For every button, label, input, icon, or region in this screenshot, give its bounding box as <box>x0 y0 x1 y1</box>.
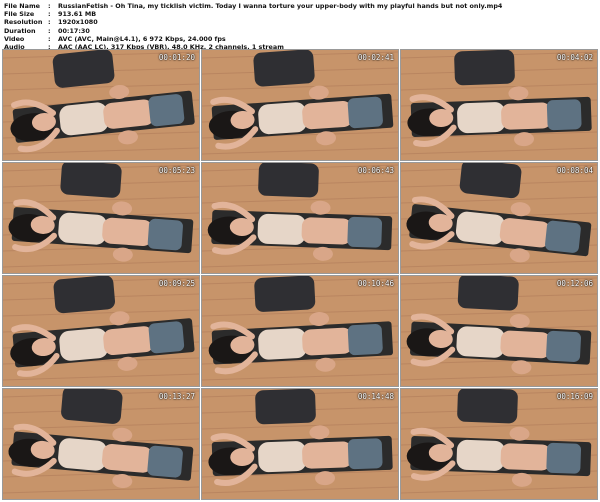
scene-illustration <box>202 50 398 160</box>
thumbnail-timestamp: 00:16:09 <box>556 392 593 401</box>
video-thumbnail[interactable]: 00:09:25 <box>2 275 200 387</box>
thumbnail-timestamp: 00:01:20 <box>158 53 195 62</box>
info-separator: : <box>48 34 51 43</box>
scene-illustration <box>401 50 597 160</box>
scene-illustration <box>3 50 199 160</box>
info-row-resolution: Resolution : 1920x1080 <box>4 18 596 26</box>
info-value: RussianFetish - Oh Tina, my ticklish vic… <box>58 2 503 10</box>
thumbnail-timestamp: 00:14:48 <box>357 392 394 401</box>
scene-illustration <box>401 276 597 386</box>
thumbnail-timestamp: 00:09:25 <box>158 279 195 288</box>
video-thumbnail[interactable]: 00:02:41 <box>201 49 399 161</box>
scene-illustration <box>3 389 199 499</box>
thumbnail-timestamp: 00:02:41 <box>357 53 394 62</box>
file-info-header: File Name : RussianFetish - Oh Tina, my … <box>4 2 596 51</box>
info-value: 1920x1080 <box>58 18 98 27</box>
info-value: AVC (AVC, Main@L4.1), 6 972 Kbps, 24.000… <box>58 34 226 43</box>
info-value: 913.61 MB <box>58 10 97 19</box>
scene-illustration <box>3 276 199 386</box>
scene-illustration <box>3 163 199 273</box>
scene-illustration <box>401 163 597 273</box>
info-key: File Name <box>4 2 40 10</box>
video-thumbnail[interactable]: 00:14:48 <box>201 388 399 500</box>
info-separator: : <box>48 26 51 35</box>
video-thumbnail[interactable]: 00:13:27 <box>2 388 200 500</box>
info-key: Video <box>4 34 25 43</box>
info-separator: : <box>48 18 51 27</box>
scene-illustration <box>202 389 398 499</box>
thumbnail-grid: 00:01:20 00:02:41 00:04:02 00:05:23 00:0… <box>2 49 598 500</box>
video-thumbnail[interactable]: 00:08:04 <box>400 162 598 274</box>
video-thumbnail[interactable]: 00:04:02 <box>400 49 598 161</box>
video-thumbnail[interactable]: 00:01:20 <box>2 49 200 161</box>
video-thumbnail[interactable]: 00:05:23 <box>2 162 200 274</box>
info-row-video: Video : AVC (AVC, Main@L4.1), 6 972 Kbps… <box>4 35 596 43</box>
thumbnail-timestamp: 00:06:43 <box>357 166 394 175</box>
info-separator: : <box>48 2 51 10</box>
info-key: File Size <box>4 10 35 19</box>
video-thumbnail[interactable]: 00:12:06 <box>400 275 598 387</box>
scene-illustration <box>401 389 597 499</box>
thumbnail-timestamp: 00:13:27 <box>158 392 195 401</box>
thumbnail-timestamp: 00:12:06 <box>556 279 593 288</box>
thumbnail-timestamp: 00:08:04 <box>556 166 593 175</box>
info-row-file-size: File Size : 913.61 MB <box>4 10 596 18</box>
info-key: Duration <box>4 26 36 35</box>
thumbnail-timestamp: 00:05:23 <box>158 166 195 175</box>
video-thumbnail[interactable]: 00:10:46 <box>201 275 399 387</box>
video-thumbnail[interactable]: 00:16:09 <box>400 388 598 500</box>
info-row-file-name: File Name : RussianFetish - Oh Tina, my … <box>4 2 596 10</box>
scene-illustration <box>202 163 398 273</box>
info-key: Resolution <box>4 18 43 27</box>
scene-illustration <box>202 276 398 386</box>
info-separator: : <box>48 10 51 19</box>
thumbnail-timestamp: 00:04:02 <box>556 53 593 62</box>
thumbnail-timestamp: 00:10:46 <box>357 279 394 288</box>
info-row-duration: Duration : 00:17:30 <box>4 27 596 35</box>
info-value: 00:17:30 <box>58 26 90 35</box>
video-thumbnail[interactable]: 00:06:43 <box>201 162 399 274</box>
